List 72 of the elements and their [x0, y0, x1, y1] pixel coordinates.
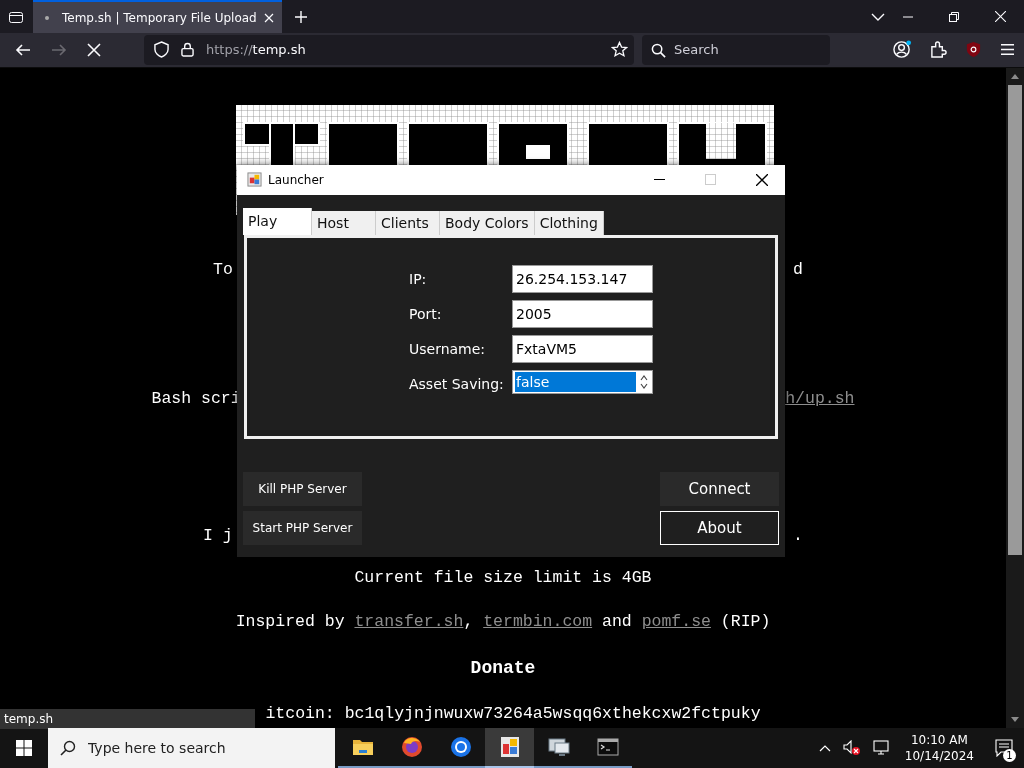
- bitcoin-address: itcoin: bc1qlyjnjnwuxw73264a5wsqq6xthekcxw2fctpuky: [265, 703, 761, 723]
- shield-icon[interactable]: [154, 41, 169, 59]
- window-title: Launcher: [268, 172, 324, 187]
- tab[interactable]: Clothing: [534, 210, 604, 235]
- server-button[interactable]: Kill PHP Server: [243, 471, 362, 506]
- input-field[interactable]: 2005: [512, 299, 653, 328]
- chat-icon: [995, 739, 1013, 757]
- taskbar-app[interactable]: [485, 728, 534, 768]
- fox-globe-icon: [399, 735, 424, 759]
- search-icon: [651, 42, 666, 58]
- chevron-up-icon[interactable]: [818, 744, 831, 752]
- new-tab-icon[interactable]: [293, 9, 308, 24]
- loading-icon: [45, 15, 49, 20]
- field-label: IP:: [409, 269, 428, 289]
- field-label: Asset Saving:: [409, 374, 505, 394]
- network-icon[interactable]: [872, 740, 891, 756]
- tab[interactable]: Body Colors: [440, 210, 535, 235]
- scrollbar-thumb[interactable]: [1008, 84, 1022, 555]
- notification-badge: 1: [1003, 749, 1016, 762]
- account-icon[interactable]: [893, 40, 912, 60]
- lock-icon[interactable]: [181, 42, 194, 58]
- input-field[interactable]: 26.254.153.147: [512, 264, 653, 293]
- inspired-text: Inspired by transfer.sh, termbin.com and pomf.se (RIP): [235, 611, 771, 631]
- puzzle-icon[interactable]: [930, 41, 947, 59]
- close-icon[interactable]: [756, 173, 768, 186]
- app-icon: [247, 172, 262, 188]
- scroll-up-icon[interactable]: [1011, 73, 1019, 79]
- address-bar[interactable]: https://temp.sh: [144, 34, 634, 65]
- windows-icon: [16, 740, 32, 756]
- donate-heading: Donate: [470, 657, 536, 678]
- spin-field[interactable]: false: [512, 369, 653, 394]
- restore-icon[interactable]: [949, 11, 959, 22]
- back-icon[interactable]: [15, 41, 31, 58]
- browser-tab[interactable]: Temp.sh | Temporary File Upload: [33, 0, 282, 33]
- taskbar-search-field[interactable]: Type here to search: [48, 728, 335, 768]
- notification-button[interactable]: 1: [984, 728, 1024, 768]
- page-text: To: [213, 259, 233, 280]
- speaker-muted-icon[interactable]: [842, 740, 861, 756]
- page-text: I j: [203, 525, 233, 546]
- status-url: temp.sh: [0, 708, 255, 729]
- shield-extension-icon[interactable]: [965, 41, 982, 59]
- field-label: Username:: [409, 339, 487, 359]
- field-label: Port:: [409, 304, 443, 324]
- ring-icon: [448, 735, 473, 759]
- minimize-icon[interactable]: [654, 179, 665, 181]
- menu-icon[interactable]: [1000, 43, 1015, 57]
- tab[interactable]: Host: [312, 210, 376, 235]
- input-field[interactable]: FxtaVM5: [512, 334, 653, 363]
- page-text: Bash scri: [151, 388, 241, 409]
- search-field[interactable]: Search: [642, 34, 830, 65]
- chevron-down-icon[interactable]: [871, 12, 885, 21]
- clock[interactable]: 10:10 AM 10/14/2024: [904, 732, 974, 764]
- site-link[interactable]: transfer.sh: [354, 611, 464, 631]
- url-text: https://temp.sh: [206, 42, 306, 58]
- action-button[interactable]: Connect: [660, 471, 779, 506]
- stop-icon[interactable]: [87, 42, 101, 57]
- tab[interactable]: Play: [243, 207, 312, 235]
- action-button[interactable]: About: [660, 510, 779, 545]
- script-link[interactable]: h/up.sh: [785, 388, 855, 409]
- terminal-icon: [595, 735, 620, 759]
- page-text: .: [793, 525, 803, 546]
- tab[interactable]: Clients: [376, 210, 440, 235]
- site-link[interactable]: pomf.se: [641, 611, 711, 631]
- monitor-icon: [546, 735, 571, 759]
- star-icon[interactable]: [611, 41, 628, 59]
- scrollbar[interactable]: [1006, 67, 1024, 728]
- server-button[interactable]: Start PHP Server: [243, 510, 362, 545]
- search-icon: [60, 740, 76, 756]
- page-text: d: [793, 259, 803, 280]
- site-link[interactable]: termbin.com: [483, 611, 593, 631]
- size-limit-text: Current file size limit is 4GB: [354, 567, 652, 587]
- scroll-down-icon[interactable]: [1011, 717, 1019, 722]
